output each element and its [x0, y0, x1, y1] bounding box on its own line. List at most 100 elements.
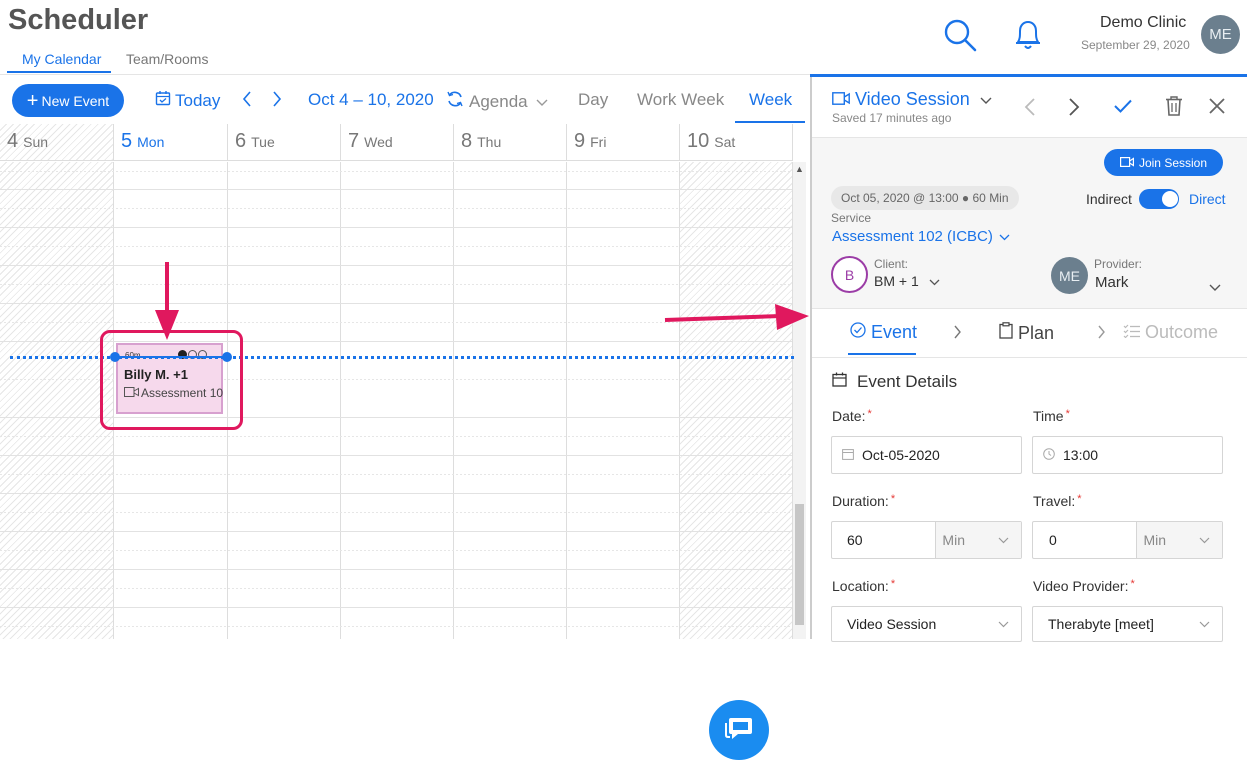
scroll-up-icon[interactable]: ▲ [795, 164, 804, 174]
half-hour-line [0, 550, 792, 551]
video-camera-icon [832, 89, 850, 110]
day-column-sat[interactable] [680, 162, 793, 639]
day-column-tue[interactable] [228, 162, 341, 639]
day-column-thu[interactable] [454, 162, 567, 639]
join-session-button[interactable]: Join Session [1104, 149, 1223, 176]
time-label-text: Time [1033, 408, 1064, 424]
section-title-label: Event Details [857, 372, 958, 391]
day-column-fri[interactable] [567, 162, 680, 639]
hour-line [0, 265, 792, 266]
day-header-sun[interactable]: 4 Sun [0, 124, 114, 161]
hour-line [0, 189, 792, 190]
day-header-thu[interactable]: 8 Thu [454, 124, 567, 161]
tab-team-rooms[interactable]: Team/Rooms [126, 51, 208, 67]
required-mark: * [890, 493, 896, 505]
day-view-button[interactable]: Day [578, 90, 608, 110]
required-mark: * [890, 578, 896, 590]
trash-icon[interactable] [1165, 96, 1183, 121]
service-value: Assessment 102 (ICBC) [832, 228, 993, 245]
close-icon[interactable] [1209, 98, 1225, 119]
agenda-view-button[interactable]: Agenda [446, 90, 548, 113]
check-circle-icon [850, 322, 866, 343]
new-event-label: New Event [41, 92, 110, 109]
client-avatar: B [831, 256, 868, 293]
required-mark: * [1065, 408, 1070, 420]
date-label-text: Date: [832, 408, 866, 424]
session-summary-pill: Oct 05, 2020 @ 13:00 ● 60 Min [831, 186, 1019, 210]
next-event-chevron-icon[interactable] [1068, 97, 1080, 122]
chat-button[interactable] [709, 700, 769, 760]
duration-unit-select[interactable]: Min [935, 522, 1021, 558]
subtab-outcome[interactable]: Outcome [1123, 322, 1218, 343]
travel-unit: Min [1143, 532, 1166, 548]
hour-line [0, 227, 792, 228]
service-dropdown[interactable]: Assessment 102 (ICBC) [832, 228, 1010, 245]
subtab-plan-label: Plan [1018, 322, 1055, 343]
day-name: Mon [137, 134, 165, 150]
provider-avatar: ME [1051, 257, 1088, 294]
date-label: Date: * [832, 408, 872, 424]
active-view-indicator [735, 121, 805, 123]
session-type-dropdown[interactable]: Video Session [832, 89, 992, 110]
agenda-label: Agenda [469, 91, 528, 111]
saved-status: Saved 17 minutes ago [832, 111, 952, 125]
today-label: Today [175, 90, 221, 110]
clinic-name: Demo Clinic [1100, 14, 1187, 31]
prev-week-chevron-icon[interactable] [241, 90, 253, 108]
half-hour-line [0, 626, 792, 627]
provider-chevron-down-icon[interactable] [1209, 279, 1221, 297]
today-button[interactable]: Today [155, 90, 220, 111]
calendar-icon [842, 447, 854, 463]
half-hour-line [0, 284, 792, 285]
date-field[interactable]: Oct-05-2020 [831, 436, 1022, 474]
day-number: 10 [687, 130, 710, 152]
app-title: Scheduler [8, 4, 149, 36]
bell-icon[interactable] [1012, 18, 1044, 57]
join-session-label: Join Session [1138, 155, 1208, 170]
client-dropdown[interactable]: BM + 1 [874, 273, 940, 289]
chevron-down-icon [980, 89, 992, 110]
location-select[interactable]: Video Session [831, 606, 1022, 642]
day-column-wed[interactable] [341, 162, 454, 639]
day-column-sun[interactable] [0, 162, 114, 639]
date-value: Oct-05-2020 [862, 447, 940, 463]
next-week-chevron-icon[interactable] [271, 90, 283, 108]
chat-bubble-icon [722, 711, 756, 750]
week-view-button[interactable]: Week [749, 90, 792, 110]
service-label: Service [831, 211, 872, 225]
subtab-event[interactable]: Event [850, 322, 917, 343]
tab-my-calendar[interactable]: My Calendar [22, 51, 101, 67]
refresh-icon [446, 90, 464, 113]
work-week-view-button[interactable]: Work Week [637, 90, 724, 110]
new-event-button[interactable]: + New Event [12, 84, 124, 117]
day-header-tue[interactable]: 6 Tue [228, 124, 341, 161]
user-avatar[interactable]: ME [1201, 15, 1240, 54]
active-tab-indicator [7, 71, 111, 73]
subtab-divider [812, 357, 1247, 358]
direct-label: Direct [1189, 191, 1226, 207]
client-value: BM + 1 [874, 273, 919, 289]
save-check-icon[interactable] [1113, 98, 1133, 119]
duration-field[interactable]: 60 Min [831, 521, 1022, 559]
header-divider [0, 74, 812, 75]
search-icon[interactable] [943, 18, 977, 57]
day-header-wed[interactable]: 7 Wed [341, 124, 454, 161]
date-range[interactable]: Oct 4 – 10, 2020 [308, 90, 434, 110]
prev-event-chevron-icon[interactable] [1024, 97, 1036, 122]
provider-value[interactable]: Mark [1095, 274, 1128, 291]
day-header-sat[interactable]: 10 Sat [680, 124, 793, 161]
time-field[interactable]: 13:00 [1032, 436, 1223, 474]
chevron-down-icon [1199, 621, 1210, 627]
video-camera-icon [1119, 156, 1134, 170]
day-header-fri[interactable]: 9 Fri [567, 124, 680, 161]
day-header-mon[interactable]: 5 Mon [114, 124, 228, 161]
indirect-label: Indirect [1086, 191, 1132, 207]
scrollbar-thumb[interactable] [795, 504, 804, 625]
travel-unit-select[interactable]: Min [1136, 522, 1222, 558]
video-provider-value: Therabyte [meet] [1048, 616, 1154, 632]
travel-field[interactable]: 0 Min [1032, 521, 1223, 559]
video-provider-select[interactable]: Therabyte [meet] [1032, 606, 1223, 642]
day-number: 5 [121, 130, 133, 152]
location-value: Video Session [847, 616, 937, 632]
subtab-plan[interactable]: Plan [999, 322, 1054, 344]
